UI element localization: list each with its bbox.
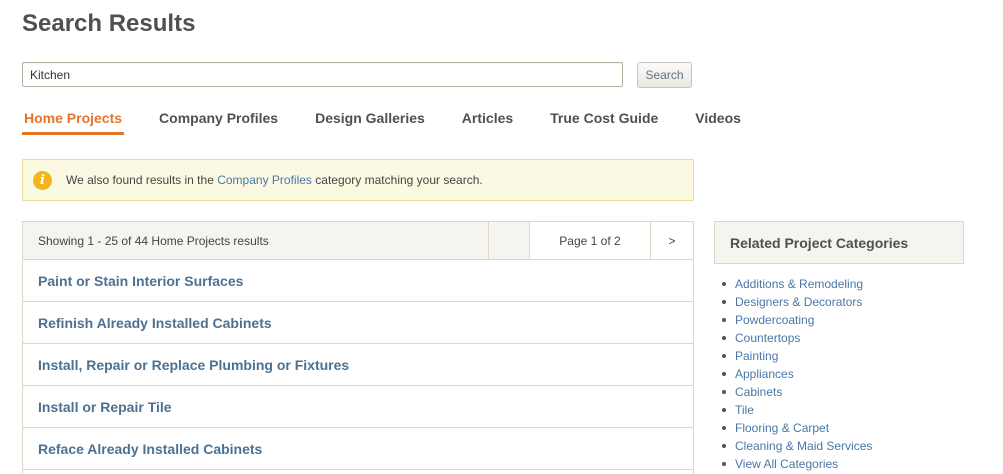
related-category-link[interactable]: Tile — [735, 401, 754, 419]
result-link[interactable]: Install or Repair Tile — [38, 399, 172, 415]
notice-prefix: We also found results in the — [66, 173, 214, 187]
pager-next-button[interactable]: > — [650, 222, 693, 259]
result-row: Install or Repair Tile — [23, 386, 693, 428]
related-categories-title: Related Project Categories — [714, 221, 964, 264]
results-count: Showing 1 - 25 of 44 Home Projects resul… — [38, 233, 269, 248]
results-panel: Showing 1 - 25 of 44 Home Projects resul… — [22, 221, 694, 474]
list-item: Appliances — [722, 365, 872, 383]
page-title: Search Results — [22, 10, 196, 37]
related-category-link[interactable]: Additions & Remodeling — [735, 275, 863, 293]
tab-company-profiles[interactable]: Company Profiles — [157, 110, 280, 135]
related-category-link[interactable]: Appliances — [735, 365, 794, 383]
related-categories-list: Additions & Remodeling Designers & Decor… — [722, 275, 872, 473]
result-row: Reface Already Installed Cabinets — [23, 428, 693, 470]
notice-suffix: category matching your search. — [315, 173, 483, 187]
related-category-link[interactable]: Painting — [735, 347, 778, 365]
result-row: Install, Repair or Replace Plumbing or F… — [23, 344, 693, 386]
list-item: View All Categories — [722, 455, 872, 473]
list-item: Tile — [722, 401, 872, 419]
tab-articles[interactable]: Articles — [460, 110, 515, 135]
tab-videos[interactable]: Videos — [693, 110, 743, 135]
list-item: Designers & Decorators — [722, 293, 872, 311]
list-item: Cleaning & Maid Services — [722, 437, 872, 455]
pager-prev-cell — [488, 222, 529, 259]
tab-home-projects[interactable]: Home Projects — [22, 110, 125, 135]
result-row: Paint or Stain Interior Surfaces — [23, 260, 693, 302]
notice-text: We also found results in the Company Pro… — [66, 173, 483, 187]
result-link[interactable]: Reface Already Installed Cabinets — [38, 441, 262, 457]
pager-page-indicator: Page 1 of 2 — [529, 222, 650, 259]
related-category-link[interactable]: Cabinets — [735, 383, 782, 401]
list-item: Additions & Remodeling — [722, 275, 872, 293]
info-notice: i We also found results in the Company P… — [22, 159, 694, 201]
result-link[interactable]: Install, Repair or Replace Plumbing or F… — [38, 357, 349, 373]
search-button[interactable]: Search — [637, 62, 692, 88]
result-row: Refinish Already Installed Cabinets — [23, 302, 693, 344]
list-item: Cabinets — [722, 383, 872, 401]
search-input[interactable] — [22, 62, 623, 87]
category-tabs: Home Projects Company Profiles Design Ga… — [22, 110, 776, 135]
info-icon: i — [33, 170, 52, 190]
tab-true-cost-guide[interactable]: True Cost Guide — [548, 110, 660, 135]
related-category-link[interactable]: Powdercoating — [735, 311, 814, 329]
view-all-categories-link[interactable]: View All Categories — [735, 455, 838, 473]
list-item: Painting — [722, 347, 872, 365]
list-item: Flooring & Carpet — [722, 419, 872, 437]
result-link[interactable]: Paint or Stain Interior Surfaces — [38, 273, 243, 289]
list-item: Powdercoating — [722, 311, 872, 329]
list-item: Countertops — [722, 329, 872, 347]
tab-design-galleries[interactable]: Design Galleries — [313, 110, 427, 135]
related-category-link[interactable]: Designers & Decorators — [735, 293, 862, 311]
result-link[interactable]: Refinish Already Installed Cabinets — [38, 315, 272, 331]
company-profiles-link[interactable]: Company Profiles — [217, 173, 312, 187]
related-category-link[interactable]: Countertops — [735, 329, 800, 347]
related-category-link[interactable]: Cleaning & Maid Services — [735, 437, 872, 455]
related-category-link[interactable]: Flooring & Carpet — [735, 419, 829, 437]
results-header: Showing 1 - 25 of 44 Home Projects resul… — [23, 222, 693, 260]
